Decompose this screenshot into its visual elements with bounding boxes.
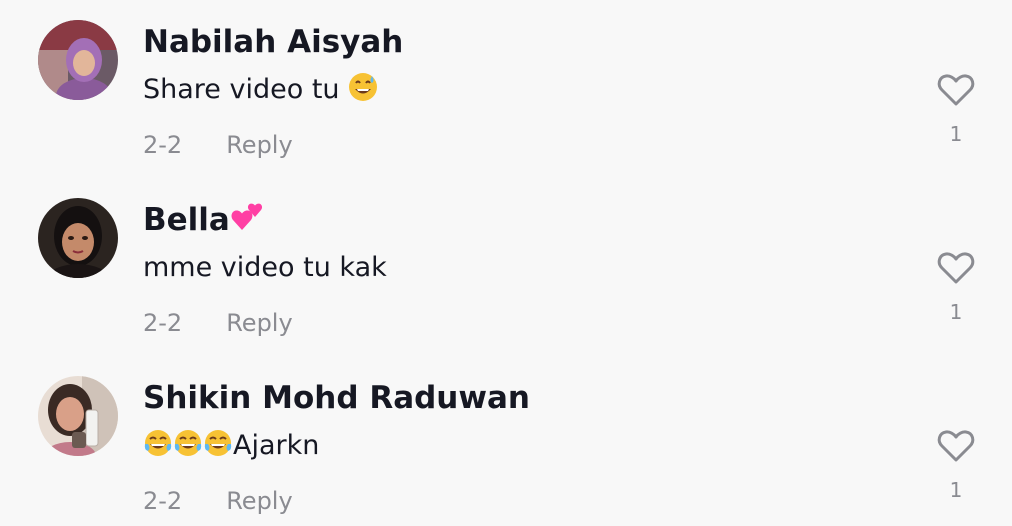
- comment-date: 2-2: [143, 309, 183, 337]
- comment-date: 2-2: [143, 487, 183, 515]
- username-text[interactable]: Bella: [143, 202, 230, 238]
- avatar[interactable]: [38, 376, 118, 456]
- like-button[interactable]: [936, 426, 976, 466]
- reply-button[interactable]: Reply: [226, 131, 292, 159]
- sweat-smile-emoji: [348, 72, 378, 112]
- like-count: 1: [949, 122, 963, 146]
- like-count: 1: [949, 478, 963, 502]
- comment-date: 2-2: [143, 131, 183, 159]
- two-hearts-emoji: [230, 200, 264, 244]
- comment-username[interactable]: Nabilah Aisyah: [143, 22, 403, 62]
- tears-of-joy-emoji: [203, 428, 233, 468]
- comment-text-content: mme video tu kak: [143, 252, 387, 283]
- comment-item: Nabilah Aisyah Share video tu 2-2 Reply 1: [0, 0, 1012, 170]
- tears-of-joy-emoji: [143, 428, 173, 468]
- comment-list: Nabilah Aisyah Share video tu 2-2 Reply 1: [0, 0, 1012, 526]
- comment-text: Ajarkn: [143, 428, 319, 468]
- tears-of-joy-emoji: [173, 428, 203, 468]
- reply-button[interactable]: Reply: [226, 309, 292, 337]
- avatar[interactable]: [38, 198, 118, 278]
- reply-button[interactable]: Reply: [226, 487, 292, 515]
- heart-icon[interactable]: [936, 70, 976, 110]
- comment-item: Bella mme video tu kak 2-2 Reply 1: [0, 178, 1012, 348]
- like-count: 1: [949, 300, 963, 324]
- heart-icon[interactable]: [936, 248, 976, 288]
- comment-text-content: Ajarkn: [233, 430, 320, 461]
- like-button[interactable]: [936, 70, 976, 110]
- comment-item: Shikin Mohd Raduwan Ajarkn 2-2 Reply 1: [0, 356, 1012, 526]
- username-text[interactable]: Shikin Mohd Raduwan: [143, 380, 530, 416]
- heart-icon[interactable]: [936, 426, 976, 466]
- comment-text: mme video tu kak: [143, 250, 387, 286]
- comment-meta: 2-2 Reply: [143, 306, 293, 340]
- username-text[interactable]: Nabilah Aisyah: [143, 24, 403, 60]
- comment-username[interactable]: Shikin Mohd Raduwan: [143, 378, 530, 418]
- comment-meta: 2-2 Reply: [143, 128, 293, 162]
- comment-text-content: Share video tu: [143, 74, 340, 105]
- avatar[interactable]: [38, 20, 118, 100]
- comment-username[interactable]: Bella: [143, 200, 264, 244]
- like-button[interactable]: [936, 248, 976, 288]
- comment-text: Share video tu: [143, 72, 378, 112]
- comment-meta: 2-2 Reply: [143, 484, 293, 518]
